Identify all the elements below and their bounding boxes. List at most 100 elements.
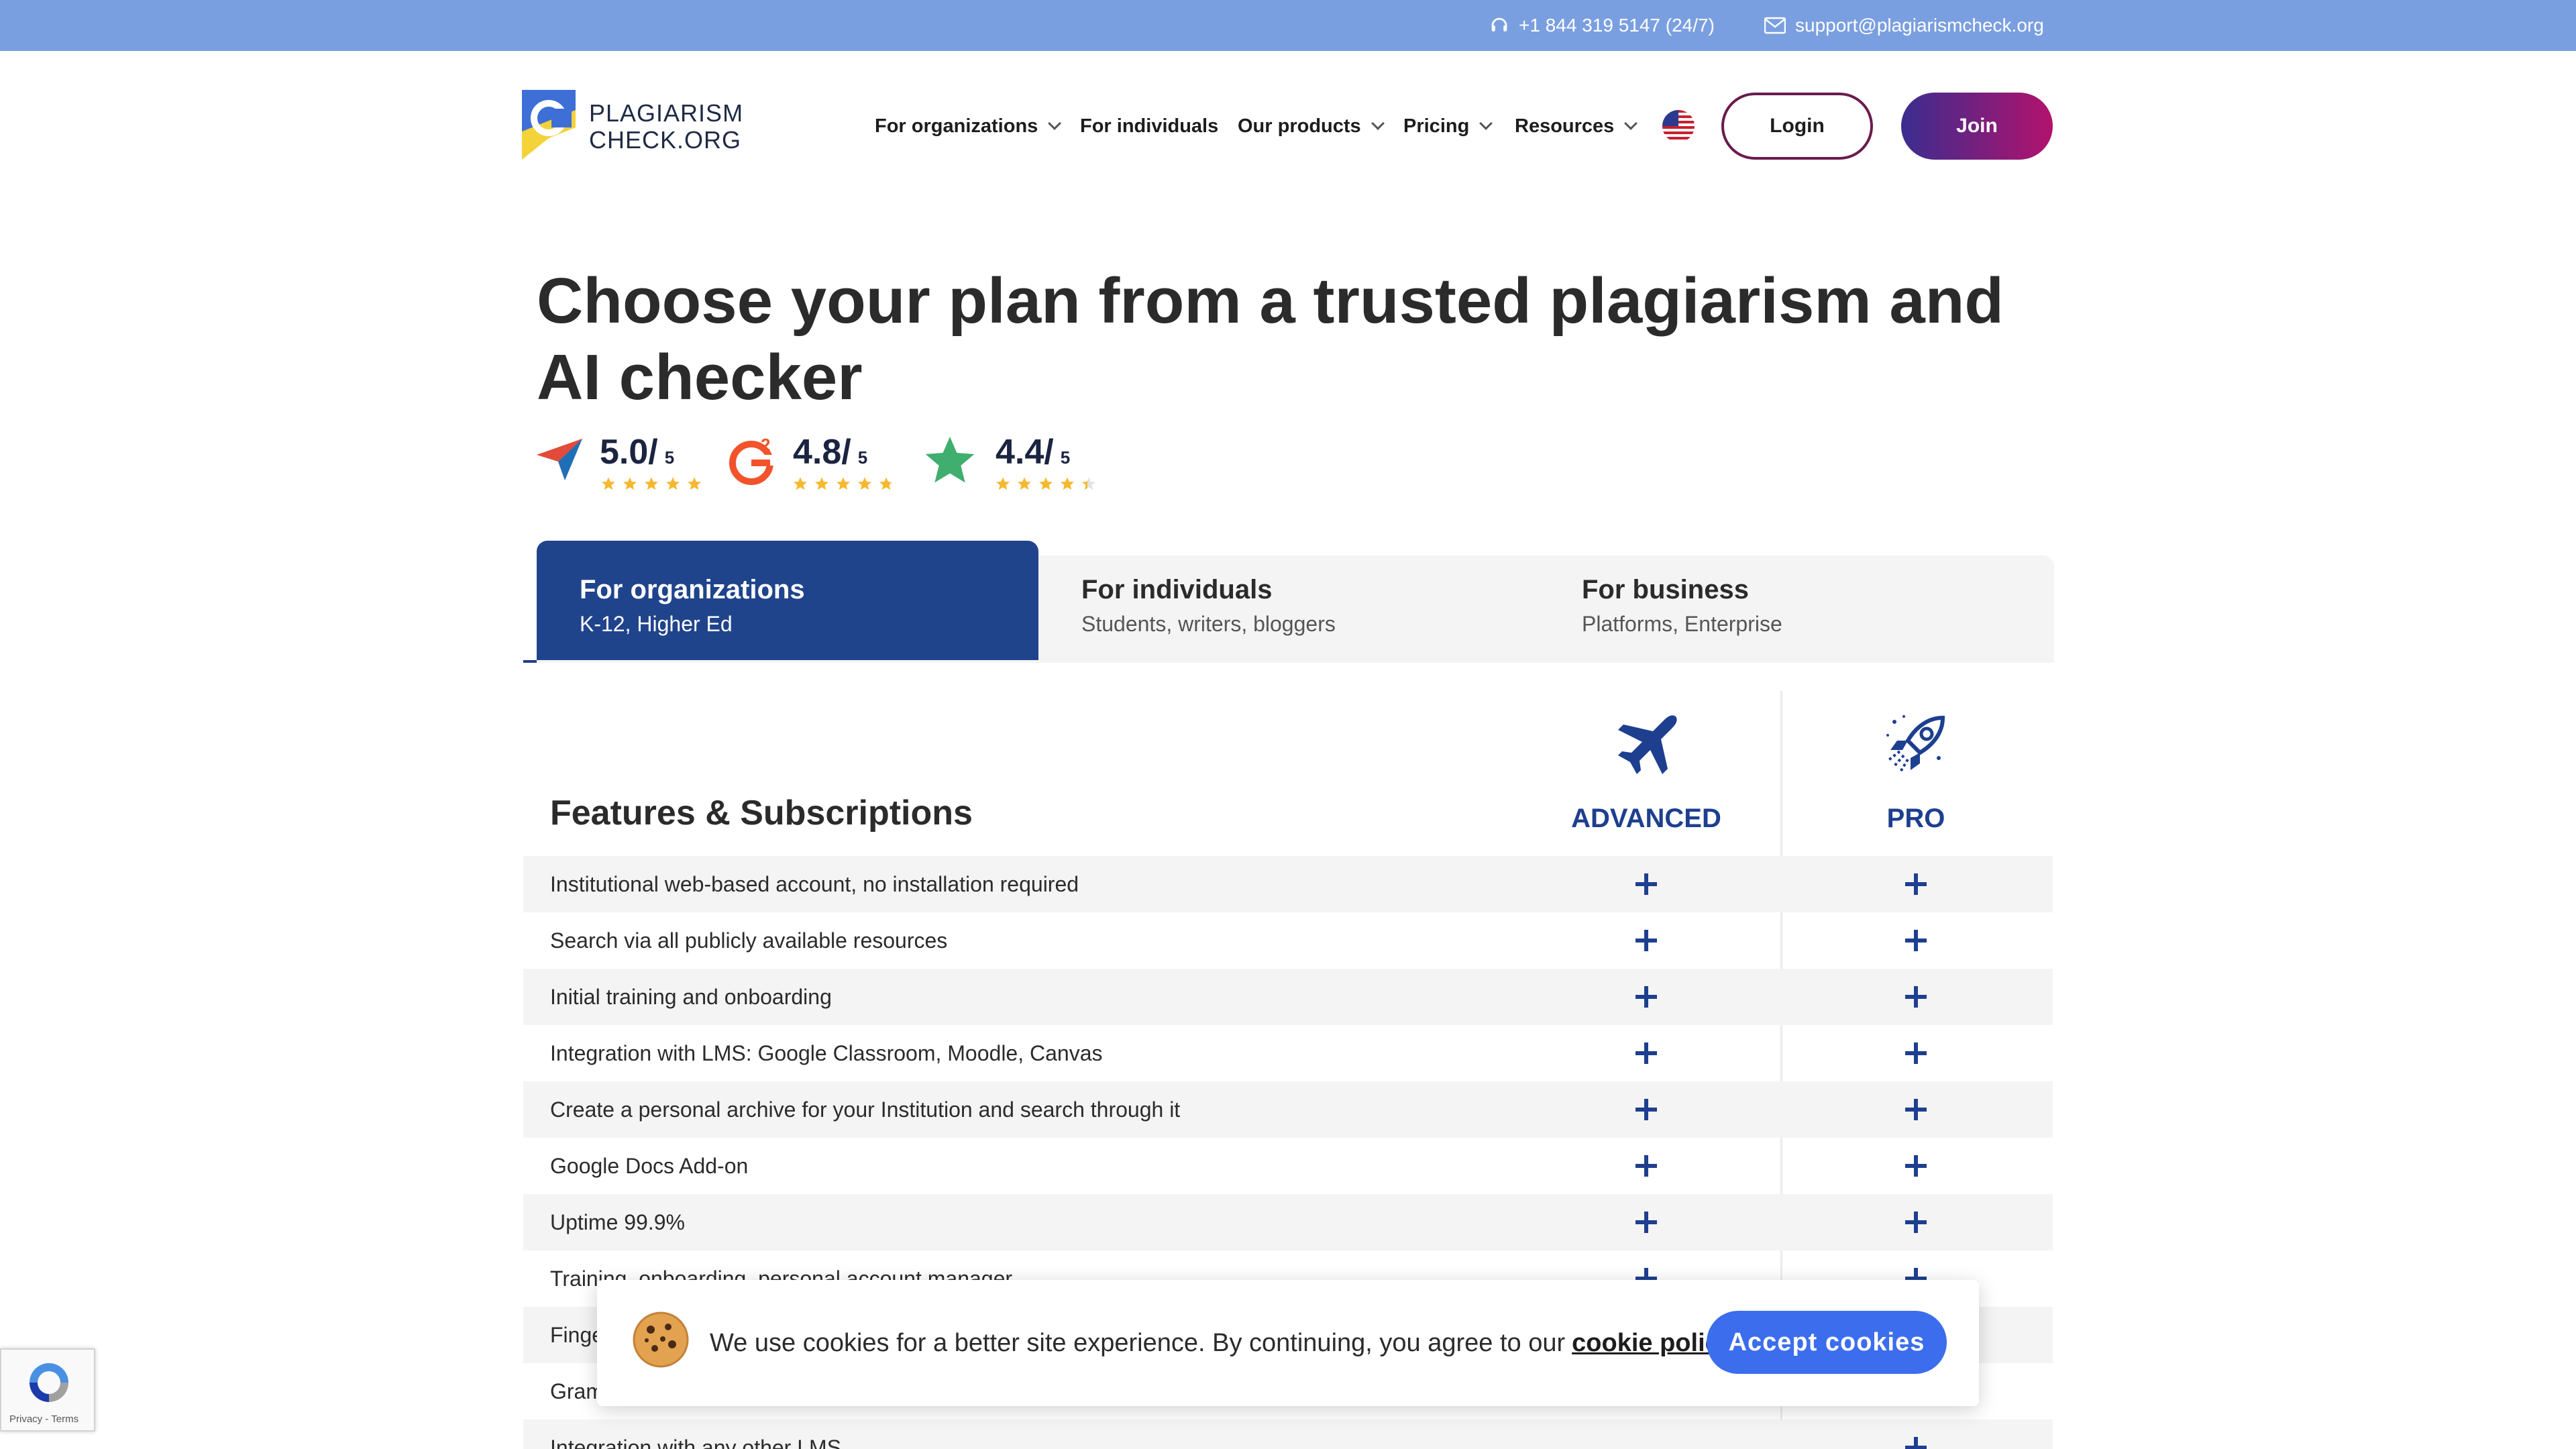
feature-label: Uptime 99.9% bbox=[550, 1210, 685, 1234]
nav-label: For individuals bbox=[1080, 115, 1219, 137]
feature-label: Initial training and onboarding bbox=[550, 984, 832, 1009]
feature-label: Create a personal archive for your Insti… bbox=[550, 1097, 1181, 1122]
rating-max: 5 bbox=[664, 447, 675, 468]
table-row: Initial training and onboarding bbox=[523, 969, 2053, 1025]
logo-mark-icon bbox=[522, 90, 576, 163]
feature-label: Gram bbox=[550, 1379, 604, 1403]
rating-max: 5 bbox=[857, 447, 868, 468]
chevron-down-icon bbox=[1048, 117, 1062, 130]
join-button[interactable]: Join bbox=[1901, 93, 2053, 160]
cookie-icon bbox=[631, 1309, 691, 1370]
plus-icon bbox=[1905, 1042, 1927, 1064]
cookie-message: We use cookies for a better site experie… bbox=[710, 1280, 1740, 1406]
tab-subtitle: Platforms, Enterprise bbox=[1582, 612, 1782, 636]
star-icon bbox=[1060, 476, 1075, 494]
us-flag-icon[interactable] bbox=[1662, 110, 1695, 142]
chevron-down-icon bbox=[1479, 117, 1493, 130]
feature-label: Integration with LMS: Google Classroom, … bbox=[550, 1040, 1103, 1065]
nav-for-organizations[interactable]: For organizations bbox=[875, 107, 1062, 145]
tab-title: For organizations bbox=[580, 575, 805, 604]
star-icon bbox=[1081, 476, 1096, 494]
star-icon bbox=[793, 476, 808, 494]
tab-for-organizations[interactable]: For organizations K-12, Higher Ed bbox=[537, 541, 1038, 660]
rating-value: 4.8/ bbox=[793, 433, 851, 472]
plan-name: PRO bbox=[1886, 804, 1945, 833]
table-row: Integration with LMS: Google Classroom, … bbox=[523, 1025, 2053, 1081]
tab-title: For individuals bbox=[1081, 575, 1273, 604]
star-icon bbox=[644, 476, 659, 494]
tab-for-business[interactable]: For business Platforms, Enterprise bbox=[1539, 555, 2039, 675]
recaptcha-links[interactable]: Privacy - Terms bbox=[9, 1413, 78, 1425]
plus-icon bbox=[1905, 986, 1927, 1008]
nav-label: For organizations bbox=[875, 115, 1038, 137]
nav-for-individuals[interactable]: For individuals bbox=[1080, 107, 1218, 145]
star-rating bbox=[996, 476, 1096, 494]
plus-icon bbox=[1635, 1099, 1657, 1120]
star-icon bbox=[601, 476, 616, 494]
nav-pricing[interactable]: Pricing bbox=[1403, 107, 1493, 145]
page-title: Choose your plan from a trusted plagiari… bbox=[537, 265, 2004, 413]
nav-label: Resources bbox=[1515, 115, 1615, 137]
plus-icon bbox=[1635, 873, 1657, 895]
recaptcha-badge[interactable]: Privacy - Terms bbox=[0, 1348, 95, 1432]
plus-icon bbox=[1905, 873, 1927, 895]
rating-score: 4.4/5 bbox=[996, 432, 1070, 472]
rating-score: 5.0/5 bbox=[600, 432, 674, 472]
site-logo[interactable]: PLAGIARISM CHECK.ORG bbox=[522, 90, 743, 163]
star-icon bbox=[687, 476, 702, 494]
login-button[interactable]: Login bbox=[1721, 93, 1873, 160]
feature-label: Search via all publicly available resour… bbox=[550, 928, 948, 953]
star-icon bbox=[836, 476, 851, 494]
table-row: Search via all publicly available resour… bbox=[523, 912, 2053, 969]
tab-subtitle: Students, writers, bloggers bbox=[1081, 612, 1336, 636]
plus-icon bbox=[1905, 930, 1927, 951]
star-icon bbox=[814, 476, 829, 494]
logo-line-2: CHECK.ORG bbox=[589, 125, 742, 154]
paper-plane-review-icon bbox=[535, 435, 584, 486]
email-address: support@plagiarismcheck.org bbox=[1795, 15, 2044, 36]
accept-cookies-button[interactable]: Accept cookies bbox=[1707, 1311, 1947, 1374]
rocket-icon bbox=[1881, 711, 1951, 781]
plus-icon bbox=[1635, 1212, 1657, 1233]
audience-tabs: For organizations K-12, Higher Ed For in… bbox=[523, 541, 2054, 663]
plus-icon bbox=[1905, 1155, 1927, 1177]
star-icon bbox=[1017, 476, 1032, 494]
plus-icon bbox=[1635, 1042, 1657, 1064]
email-contact[interactable]: support@plagiarismcheck.org bbox=[1764, 0, 2044, 51]
tab-subtitle: K-12, Higher Ed bbox=[580, 612, 733, 636]
table-row: Create a personal archive for your Insti… bbox=[523, 1081, 2053, 1138]
star-rating bbox=[601, 476, 702, 494]
tab-for-individuals[interactable]: For individuals Students, writers, blogg… bbox=[1038, 555, 1539, 675]
star-icon bbox=[996, 476, 1010, 494]
chevron-down-icon bbox=[1371, 117, 1385, 130]
recaptcha-icon bbox=[25, 1359, 72, 1409]
envelope-icon bbox=[1764, 17, 1786, 34]
star-rating bbox=[793, 476, 894, 494]
table-row: Google Docs Add-on bbox=[523, 1138, 2053, 1194]
star-icon bbox=[665, 476, 680, 494]
feature-label: Google Docs Add-on bbox=[550, 1153, 749, 1178]
feature-label: Integration with any other LMS bbox=[550, 1435, 842, 1449]
nav-our-products[interactable]: Our products bbox=[1238, 107, 1385, 145]
nav-resources[interactable]: Resources bbox=[1515, 107, 1638, 145]
tab-title: For business bbox=[1582, 575, 1749, 604]
rating-score: 4.8/5 bbox=[793, 432, 867, 472]
plus-icon bbox=[1905, 1099, 1927, 1120]
star-icon bbox=[879, 476, 894, 494]
svg-text:2: 2 bbox=[761, 435, 770, 455]
cookie-text: We use cookies for a better site experie… bbox=[710, 1328, 1566, 1357]
features-heading: Features & Subscriptions bbox=[550, 794, 973, 833]
plus-icon bbox=[1635, 930, 1657, 951]
rating-value: 5.0/ bbox=[600, 433, 658, 472]
feature-label: Institutional web-based account, no inst… bbox=[550, 871, 1079, 896]
logo-wordmark: PLAGIARISM CHECK.ORG bbox=[589, 99, 744, 154]
plus-icon bbox=[1635, 986, 1657, 1008]
cookie-banner: We use cookies for a better site experie… bbox=[597, 1280, 1979, 1406]
headset-icon bbox=[1489, 15, 1509, 36]
logo-line-1: PLAGIARISM bbox=[589, 99, 744, 127]
plus-icon bbox=[1905, 1212, 1927, 1233]
star-icon bbox=[857, 476, 872, 494]
airplane-icon bbox=[1611, 711, 1681, 781]
table-row: Uptime 99.9% bbox=[523, 1194, 2053, 1250]
phone-contact[interactable]: +1 844 319 5147 (24/7) bbox=[1489, 0, 1715, 51]
